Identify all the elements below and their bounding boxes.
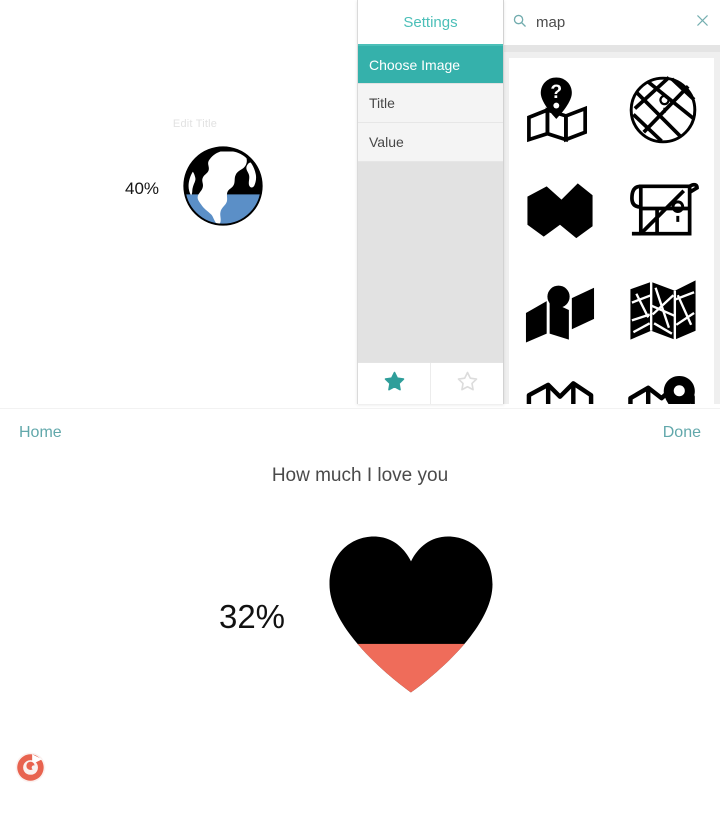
svg-text:?: ? bbox=[551, 82, 563, 103]
settings-row-choose-image[interactable]: Choose Image bbox=[358, 46, 503, 84]
icon-picker-panel: ? bbox=[503, 52, 720, 404]
map-circle-grid-icon bbox=[626, 73, 700, 152]
icon-grid-item[interactable] bbox=[509, 162, 612, 262]
search-icon bbox=[512, 13, 527, 33]
search-bar-divider bbox=[504, 45, 720, 52]
preview-area: Edit Title 40% Settings Choose Image Tit… bbox=[0, 0, 720, 408]
settings-panel: Settings Choose Image Title Value bbox=[357, 0, 504, 404]
nav-home-button[interactable]: Home bbox=[19, 424, 62, 442]
icon-grid-item[interactable]: ? bbox=[509, 62, 612, 162]
icon-grid-item[interactable] bbox=[612, 162, 715, 262]
footer-tab-favorites[interactable] bbox=[358, 363, 430, 404]
map-question-pin-icon: ? bbox=[523, 73, 597, 152]
map-scroll-pin-icon bbox=[626, 173, 700, 252]
map-pin-magnifier-icon bbox=[523, 273, 597, 352]
navbar: Home Done bbox=[0, 408, 720, 456]
map-folded-streets-icon bbox=[626, 273, 700, 352]
icon-grid-item[interactable] bbox=[509, 362, 612, 404]
icon-grid: ? bbox=[509, 58, 714, 404]
settings-row-choose-image-label: Choose Image bbox=[369, 56, 461, 73]
settings-row-value-label: Value bbox=[369, 134, 404, 150]
icon-grid-item[interactable] bbox=[612, 62, 715, 162]
globe-icon bbox=[181, 144, 266, 233]
brand-logo-icon[interactable] bbox=[14, 751, 47, 784]
main-chart-percent-label: 32% bbox=[218, 598, 286, 635]
icon-grid-item[interactable] bbox=[612, 362, 715, 404]
settings-row-value[interactable]: Value bbox=[358, 123, 503, 162]
app-root: Edit Title 40% Settings Choose Image Tit… bbox=[0, 0, 720, 817]
search-bar[interactable]: map bbox=[504, 0, 720, 45]
settings-panel-body bbox=[358, 162, 503, 362]
nav-done-button[interactable]: Done bbox=[663, 424, 701, 442]
gauge-percent-label: 40% bbox=[124, 178, 160, 198]
settings-footer-tabs bbox=[358, 362, 503, 404]
star-filled-icon bbox=[383, 370, 406, 398]
icon-grid-item[interactable] bbox=[612, 262, 715, 362]
close-icon[interactable] bbox=[695, 13, 710, 33]
gauge-preview-globe[interactable]: Edit Title 40% bbox=[70, 118, 320, 258]
settings-row-title-label: Title bbox=[369, 95, 395, 111]
search-input[interactable]: map bbox=[536, 14, 695, 31]
map-outline-icon bbox=[523, 373, 597, 404]
footer-tab-recents[interactable] bbox=[430, 363, 503, 404]
icon-grid-item[interactable] bbox=[509, 262, 612, 362]
icon-picker-surface: ? bbox=[509, 58, 714, 404]
heart-icon[interactable] bbox=[321, 533, 501, 701]
settings-tab-label: Settings bbox=[403, 13, 458, 31]
map-folded-solid-icon bbox=[523, 173, 597, 252]
star-outline-icon bbox=[456, 370, 479, 398]
map-outline-pin-icon bbox=[626, 373, 700, 404]
gauge-row: 40% bbox=[70, 144, 320, 233]
main-chart: How much I love you 32% bbox=[0, 456, 720, 817]
gauge-title-placeholder[interactable]: Edit Title bbox=[70, 118, 320, 134]
settings-tab[interactable]: Settings bbox=[358, 0, 503, 46]
settings-row-title[interactable]: Title bbox=[358, 84, 503, 123]
main-chart-row: 32% bbox=[0, 533, 720, 701]
settings-list: Choose Image Title Value bbox=[358, 46, 503, 162]
main-chart-title[interactable]: How much I love you bbox=[0, 456, 720, 487]
